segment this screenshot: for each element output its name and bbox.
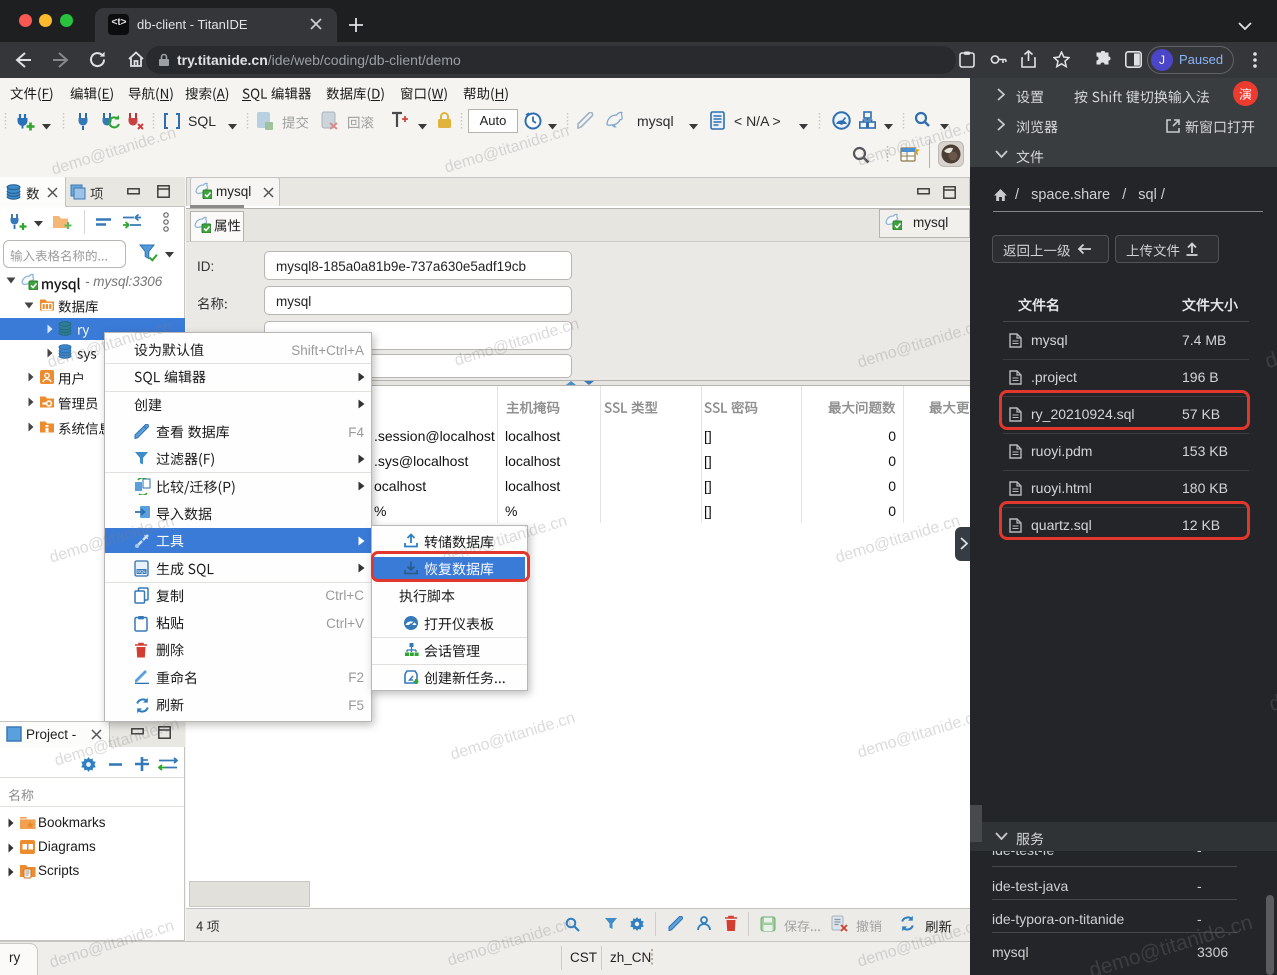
svg-text:SQL: SQL xyxy=(137,569,147,574)
